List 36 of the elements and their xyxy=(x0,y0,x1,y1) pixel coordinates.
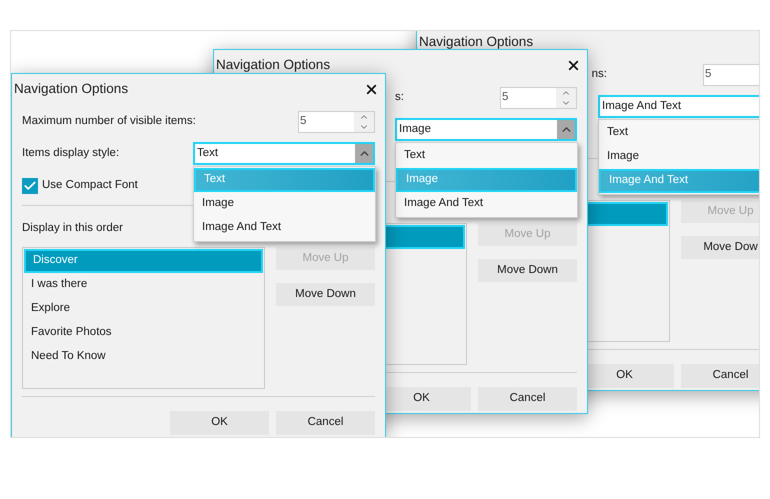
move-down-button[interactable]: Move Dow xyxy=(681,236,759,259)
style-dropdown[interactable]: Text xyxy=(193,142,375,165)
list-item[interactable]: I was there xyxy=(24,273,263,297)
dialog-title: Navigation Options xyxy=(216,56,330,74)
list-item[interactable]: Need To Know xyxy=(24,345,263,369)
style-dropdown[interactable]: Image And Text xyxy=(598,95,759,118)
field-label: Items display style: xyxy=(22,146,120,161)
dropdown-option[interactable]: Text xyxy=(599,121,759,145)
dropdown-option[interactable]: Image And Text xyxy=(194,216,375,240)
field-label: s: xyxy=(395,90,404,106)
cancel-button[interactable]: Cancel xyxy=(478,387,577,411)
dropdown-option[interactable]: Image And Text xyxy=(396,192,577,216)
check-icon xyxy=(23,179,37,193)
list-item[interactable]: Explore xyxy=(24,297,263,321)
style-dropdown[interactable]: Image xyxy=(395,118,577,141)
dropdown-toggle[interactable] xyxy=(557,120,575,139)
number-spinner[interactable]: 5 xyxy=(703,64,759,86)
move-down-button[interactable]: Move Down xyxy=(478,259,577,282)
dialog-title: Navigation Options xyxy=(14,80,128,98)
number-spinner[interactable]: 5 xyxy=(500,87,577,109)
dropdown-option[interactable]: Image xyxy=(194,192,375,216)
dropdown-option[interactable]: Text xyxy=(396,144,577,168)
section-label: Display in this order xyxy=(22,221,123,236)
cancel-button[interactable]: Cancel xyxy=(276,411,375,435)
number-spinner[interactable]: 5 xyxy=(298,111,375,133)
ok-button[interactable]: OK xyxy=(170,411,269,435)
field-label: ns: xyxy=(592,67,607,82)
dialog-title: Navigation Options xyxy=(419,32,534,51)
dropdown-toggle[interactable] xyxy=(355,144,373,163)
cancel-button[interactable]: Cancel xyxy=(681,364,759,388)
field-label: Maximum number of visible items: xyxy=(22,114,196,130)
dropdown-option[interactable]: Image xyxy=(599,145,759,169)
checkbox[interactable] xyxy=(22,178,38,194)
move-down-button[interactable]: Move Down xyxy=(276,283,375,306)
list-item[interactable]: Favorite Photos xyxy=(24,321,263,345)
checkbox-label: Use Compact Font xyxy=(42,178,138,194)
